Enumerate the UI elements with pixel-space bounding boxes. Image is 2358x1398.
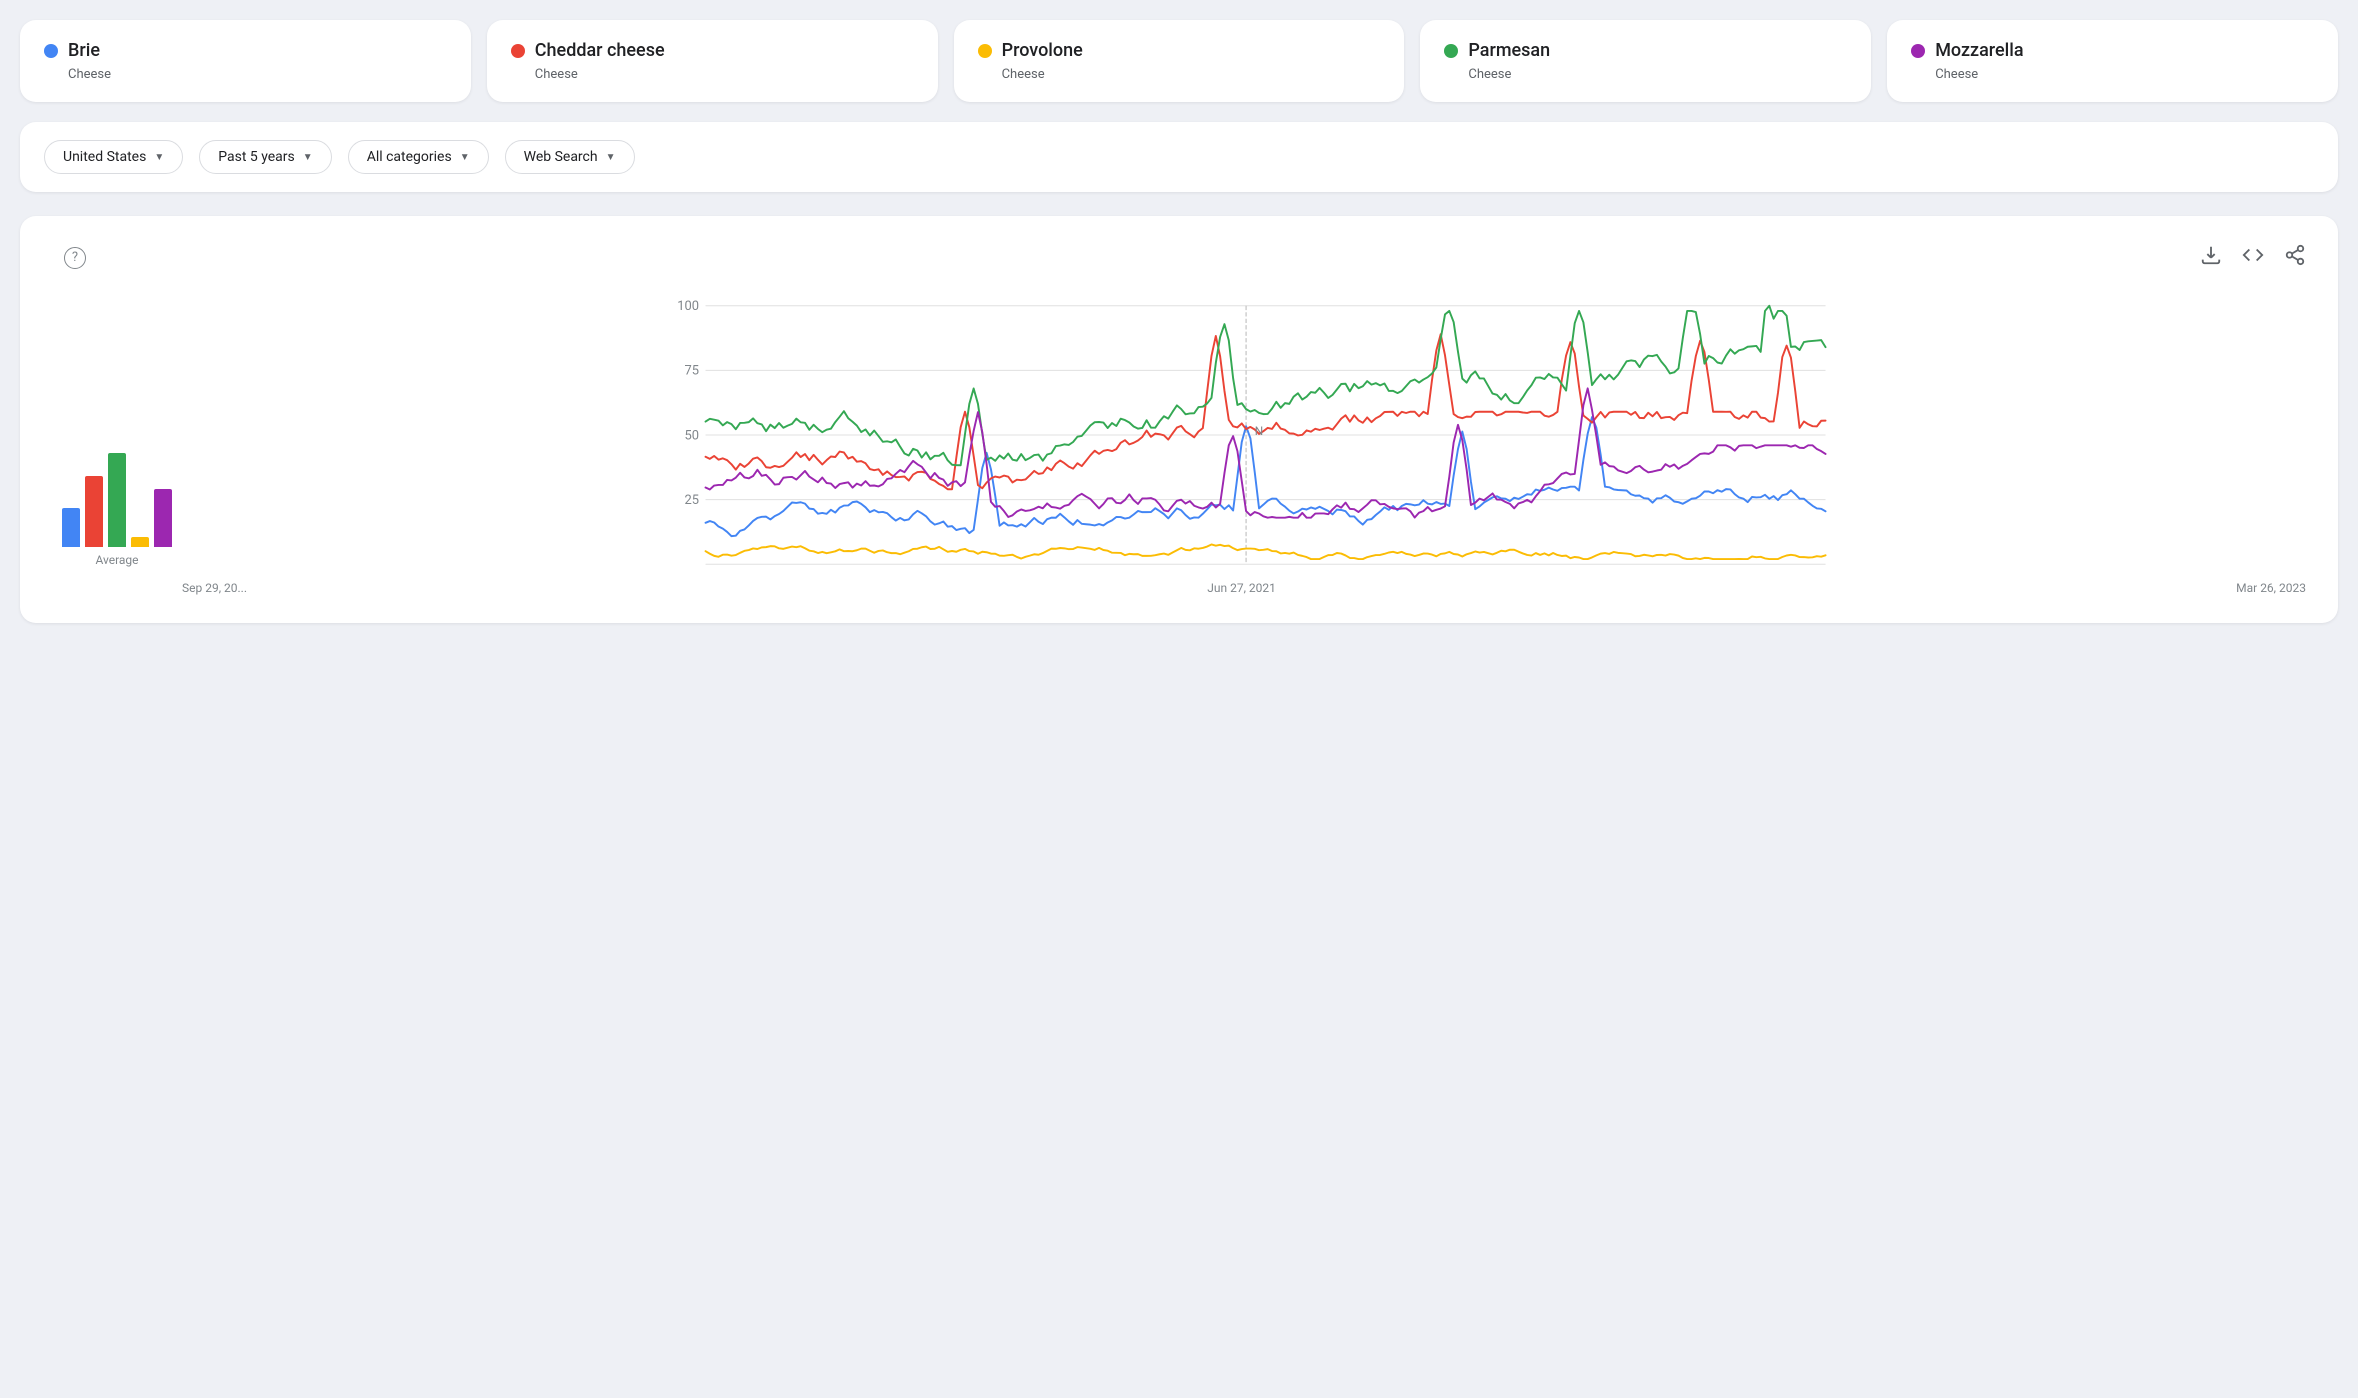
download-icon[interactable]	[2200, 244, 2222, 271]
filter-region[interactable]: United States ▼	[44, 140, 183, 174]
search-term: Provolone	[1002, 40, 1083, 61]
svg-text:N: N	[1255, 424, 1263, 438]
chart-header: ?	[52, 244, 2306, 271]
svg-text:100: 100	[677, 299, 699, 314]
chart-card: ? Average 25 50 75 100 N Sep 29, 20... Jun 27…	[20, 216, 2338, 623]
x-label: Sep 29, 20...	[182, 581, 247, 595]
search-card-name: Provolone	[978, 40, 1381, 61]
search-term: Mozzarella	[1935, 40, 2023, 61]
search-card-sub: Cheese	[978, 67, 1381, 82]
filter-category[interactable]: All categories ▼	[348, 140, 489, 174]
search-card-cheddar[interactable]: Cheddar cheese Cheese	[487, 20, 938, 102]
main-chart: 25 50 75 100 N Sep 29, 20... Jun 27, 2021 Mar …	[182, 295, 2306, 595]
search-cards-container: Brie Cheese Cheddar cheese Cheese Provol…	[20, 20, 2338, 102]
search-term: Cheddar cheese	[535, 40, 665, 61]
chart-title-row: ?	[52, 247, 86, 269]
filter-label: Web Search	[524, 149, 598, 165]
embed-icon[interactable]	[2242, 244, 2264, 271]
search-card-sub: Cheese	[1911, 67, 2314, 82]
chart-actions	[2200, 244, 2306, 271]
avg-bars	[62, 407, 172, 547]
color-dot	[1911, 44, 1925, 58]
svg-text:50: 50	[685, 428, 700, 443]
help-icon[interactable]: ?	[64, 247, 86, 269]
avg-bar	[131, 537, 149, 547]
search-card-name: Cheddar cheese	[511, 40, 914, 61]
search-card-provolone[interactable]: Provolone Cheese	[954, 20, 1405, 102]
avg-bar	[154, 489, 172, 548]
chart-body: Average 25 50 75 100 N Sep 29, 20... Jun 27, …	[52, 295, 2306, 595]
search-card-mozzarella[interactable]: Mozzarella Cheese	[1887, 20, 2338, 102]
chevron-down-icon: ▼	[154, 152, 164, 163]
avg-bar	[108, 453, 126, 547]
search-card-name: Parmesan	[1444, 40, 1847, 61]
color-dot	[44, 44, 58, 58]
x-labels: Sep 29, 20... Jun 27, 2021 Mar 26, 2023	[182, 575, 2306, 595]
search-card-sub: Cheese	[511, 67, 914, 82]
filters-bar: United States▼Past 5 years▼All categorie…	[20, 122, 2338, 192]
color-dot	[978, 44, 992, 58]
filter-label: All categories	[367, 149, 452, 165]
chevron-down-icon: ▼	[460, 152, 470, 163]
color-dot	[511, 44, 525, 58]
avg-label: Average	[95, 553, 138, 567]
filter-type[interactable]: Web Search ▼	[505, 140, 635, 174]
avg-bar	[62, 508, 80, 547]
search-card-name: Mozzarella	[1911, 40, 2314, 61]
search-term: Parmesan	[1468, 40, 1550, 61]
search-card-sub: Cheese	[44, 67, 447, 82]
chevron-down-icon: ▼	[303, 152, 313, 163]
share-icon[interactable]	[2284, 244, 2306, 271]
avg-section: Average	[52, 295, 182, 595]
x-label: Jun 27, 2021	[1207, 581, 1276, 595]
search-card-parmesan[interactable]: Parmesan Cheese	[1420, 20, 1871, 102]
x-label: Mar 26, 2023	[2236, 581, 2306, 595]
search-card-brie[interactable]: Brie Cheese	[20, 20, 471, 102]
search-card-sub: Cheese	[1444, 67, 1847, 82]
filter-label: United States	[63, 149, 146, 165]
avg-bar	[85, 476, 103, 548]
filter-label: Past 5 years	[218, 149, 295, 165]
svg-text:75: 75	[685, 364, 700, 379]
search-card-name: Brie	[44, 40, 447, 61]
chart-svg: 25 50 75 100 N	[182, 295, 2306, 575]
color-dot	[1444, 44, 1458, 58]
search-term: Brie	[68, 40, 100, 61]
filter-time[interactable]: Past 5 years ▼	[199, 140, 331, 174]
chevron-down-icon: ▼	[606, 152, 616, 163]
svg-text:25: 25	[685, 493, 700, 508]
